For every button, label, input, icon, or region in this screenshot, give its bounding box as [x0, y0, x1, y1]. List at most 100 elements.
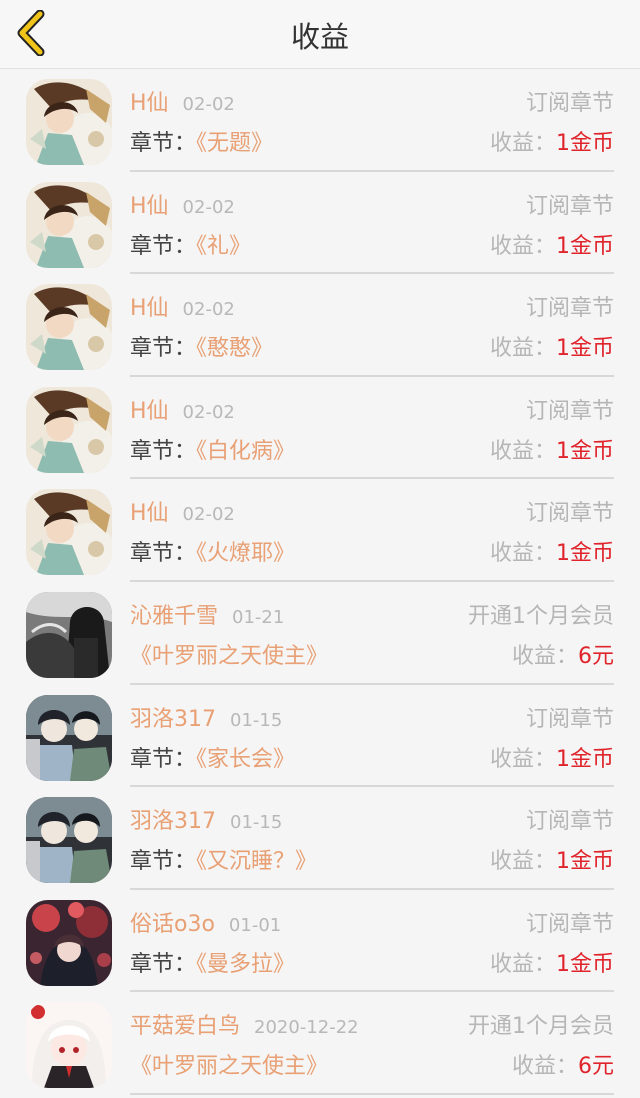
- earnings: 收益：1金币: [490, 741, 614, 773]
- user-name[interactable]: 羽洛317: [130, 707, 216, 732]
- earnings-row[interactable]: 羽洛317 01-15 订阅章节 章节：《家长会》 收益：1金币: [0, 685, 640, 788]
- avatar[interactable]: [26, 1002, 112, 1089]
- row-detail: 章节：《家长会》 收益：1金币: [130, 741, 614, 777]
- earnings-row[interactable]: H仙 02-02 订阅章节 章节：《白化病》 收益：1金币: [0, 377, 640, 480]
- date-label: 2020-12-22: [254, 1017, 359, 1039]
- row-header: 羽洛317 01-15 订阅章节: [130, 701, 614, 737]
- earnings-list: H仙 02-02 订阅章节 章节：《无题》 收益：1金币 H仙 02-02 订阅章节…: [0, 69, 640, 1095]
- earnings-row[interactable]: 俗话o3o 01-01 订阅章节 章节：《曼多拉》 收益：1金币: [0, 890, 640, 993]
- transaction-type: 订阅章节: [525, 911, 614, 937]
- earnings-amount: 6元: [578, 643, 614, 669]
- divider: [130, 1092, 614, 1095]
- earnings-amount: 1金币: [556, 336, 614, 362]
- user-name[interactable]: 沁雅千雪: [130, 604, 218, 629]
- transaction-type: 订阅章节: [525, 296, 614, 322]
- earnings: 收益：1金币: [490, 843, 614, 875]
- chapter-title[interactable]: 《礼》: [196, 234, 251, 259]
- user-name[interactable]: H仙: [130, 194, 169, 219]
- row-header: H仙 02-02 订阅章节: [130, 290, 614, 326]
- avatar[interactable]: [26, 284, 112, 371]
- user-name[interactable]: 羽洛317: [130, 809, 216, 834]
- chapter-label: 章节：: [130, 233, 197, 259]
- earnings-label: 收益：: [489, 438, 556, 464]
- earnings: 收益：1金币: [490, 125, 614, 157]
- avatar[interactable]: [26, 899, 112, 986]
- user-name[interactable]: H仙: [130, 501, 169, 526]
- avatar[interactable]: [26, 694, 112, 781]
- earnings: 收益：1金币: [490, 946, 614, 978]
- earnings-label: 收益：: [489, 746, 556, 772]
- row-header: H仙 02-02 订阅章节: [130, 393, 614, 429]
- chapter-title[interactable]: 《叶罗丽之天使主》: [130, 644, 328, 669]
- transaction-type: 订阅章节: [525, 91, 614, 116]
- transaction-type: 订阅章节: [525, 706, 614, 732]
- chapter-label: 章节：: [130, 438, 197, 464]
- chapter-title[interactable]: 《白化病》: [196, 439, 295, 464]
- earnings-label: 收益：: [511, 643, 578, 669]
- user-name[interactable]: 俗话o3o: [130, 912, 215, 937]
- avatar[interactable]: [26, 181, 112, 268]
- row-detail: 章节：《火燎耶》 收益：1金币: [130, 535, 614, 571]
- row-header: H仙 02-02 订阅章节: [130, 188, 614, 224]
- earnings-amount: 6元: [578, 1054, 614, 1080]
- transaction-type: 订阅章节: [525, 193, 614, 219]
- chapter-title[interactable]: 《无题》: [196, 131, 273, 156]
- row-detail: 章节：《又沉睡？》 收益：1金币: [130, 843, 614, 879]
- row-header: 平菇爱白鸟 2020-12-22 开通1个月会员: [130, 1008, 614, 1044]
- earnings: 收益：1金币: [490, 433, 614, 465]
- earnings-row[interactable]: H仙 02-02 订阅章节 章节：《火燎耶》 收益：1金币: [0, 479, 640, 582]
- chapter-label: 章节：: [130, 951, 197, 977]
- earnings-row[interactable]: H仙 02-02 订阅章节 章节：《礼》 收益：1金币: [0, 172, 640, 275]
- row-detail: 章节：《憨憨》 收益：1金币: [130, 330, 614, 366]
- earnings-amount: 1金币: [556, 233, 614, 259]
- earnings-row[interactable]: 沁雅千雪 01-21 开通1个月会员 《叶罗丽之天使主》 收益：6元: [0, 582, 640, 685]
- transaction-type: 订阅章节: [525, 398, 614, 424]
- avatar[interactable]: [26, 386, 112, 473]
- earnings-label: 收益：: [489, 336, 556, 362]
- chapter-title[interactable]: 《憨憨》: [196, 336, 273, 361]
- earnings: 收益：6元: [512, 638, 614, 670]
- date-label: 02-02: [182, 401, 235, 423]
- chapter-label: 章节：: [130, 541, 197, 567]
- chapter-title[interactable]: 《又沉睡？》: [196, 849, 317, 874]
- user-name[interactable]: 平菇爱白鸟: [130, 1014, 240, 1039]
- row-detail: 章节：《礼》 收益：1金币: [130, 228, 614, 264]
- row-detail: 章节：《无题》 收益：1金币: [130, 125, 614, 161]
- chapter-title[interactable]: 《火燎耶》: [196, 541, 295, 566]
- date-label: 02-02: [182, 504, 235, 526]
- earnings-row[interactable]: H仙 02-02 订阅章节 章节：《憨憨》 收益：1金币: [0, 274, 640, 377]
- date-label: 01-15: [230, 812, 283, 834]
- row-header: H仙 02-02 订阅章节: [130, 495, 614, 531]
- transaction-type: 订阅章节: [525, 809, 614, 835]
- chapter-title[interactable]: 《曼多拉》: [196, 952, 295, 977]
- earnings-label: 收益：: [489, 233, 556, 259]
- chapter-title[interactable]: 《叶罗丽之天使主》: [130, 1054, 328, 1079]
- user-name[interactable]: H仙: [130, 399, 169, 424]
- row-header: 羽洛317 01-15 订阅章节: [130, 803, 614, 839]
- earnings-amount: 1金币: [556, 541, 614, 567]
- transaction-type: 开通1个月会员: [468, 1014, 614, 1040]
- transaction-type: 开通1个月会员: [468, 603, 614, 629]
- avatar[interactable]: [26, 591, 112, 678]
- transaction-type: 订阅章节: [525, 501, 614, 527]
- earnings-amount: 1金币: [556, 951, 614, 977]
- earnings-row[interactable]: 羽洛317 01-15 订阅章节 章节：《又沉睡？》 收益：1金币: [0, 787, 640, 890]
- row-header: 沁雅千雪 01-21 开通1个月会员: [130, 598, 614, 634]
- earnings-amount: 1金币: [556, 438, 614, 464]
- user-name[interactable]: H仙: [130, 91, 169, 116]
- avatar[interactable]: [26, 489, 112, 576]
- row-header: H仙 02-02 订阅章节: [130, 85, 614, 121]
- row-detail: 《叶罗丽之天使主》 收益：6元: [130, 1048, 614, 1084]
- date-label: 01-21: [232, 606, 285, 628]
- page-title: 收益: [290, 20, 349, 54]
- earnings-row[interactable]: 平菇爱白鸟 2020-12-22 开通1个月会员 《叶罗丽之天使主》 收益：6元: [0, 992, 640, 1095]
- earnings-amount: 1金币: [556, 849, 614, 875]
- avatar[interactable]: [26, 797, 112, 884]
- earnings-row[interactable]: H仙 02-02 订阅章节 章节：《无题》 收益：1金币: [0, 69, 640, 172]
- user-name[interactable]: H仙: [130, 296, 169, 321]
- chapter-label: 章节：: [130, 336, 197, 362]
- avatar[interactable]: [26, 79, 112, 165]
- earnings: 收益：1金币: [490, 535, 614, 567]
- earnings: 收益：1金币: [490, 228, 614, 260]
- chapter-title[interactable]: 《家长会》: [196, 747, 295, 772]
